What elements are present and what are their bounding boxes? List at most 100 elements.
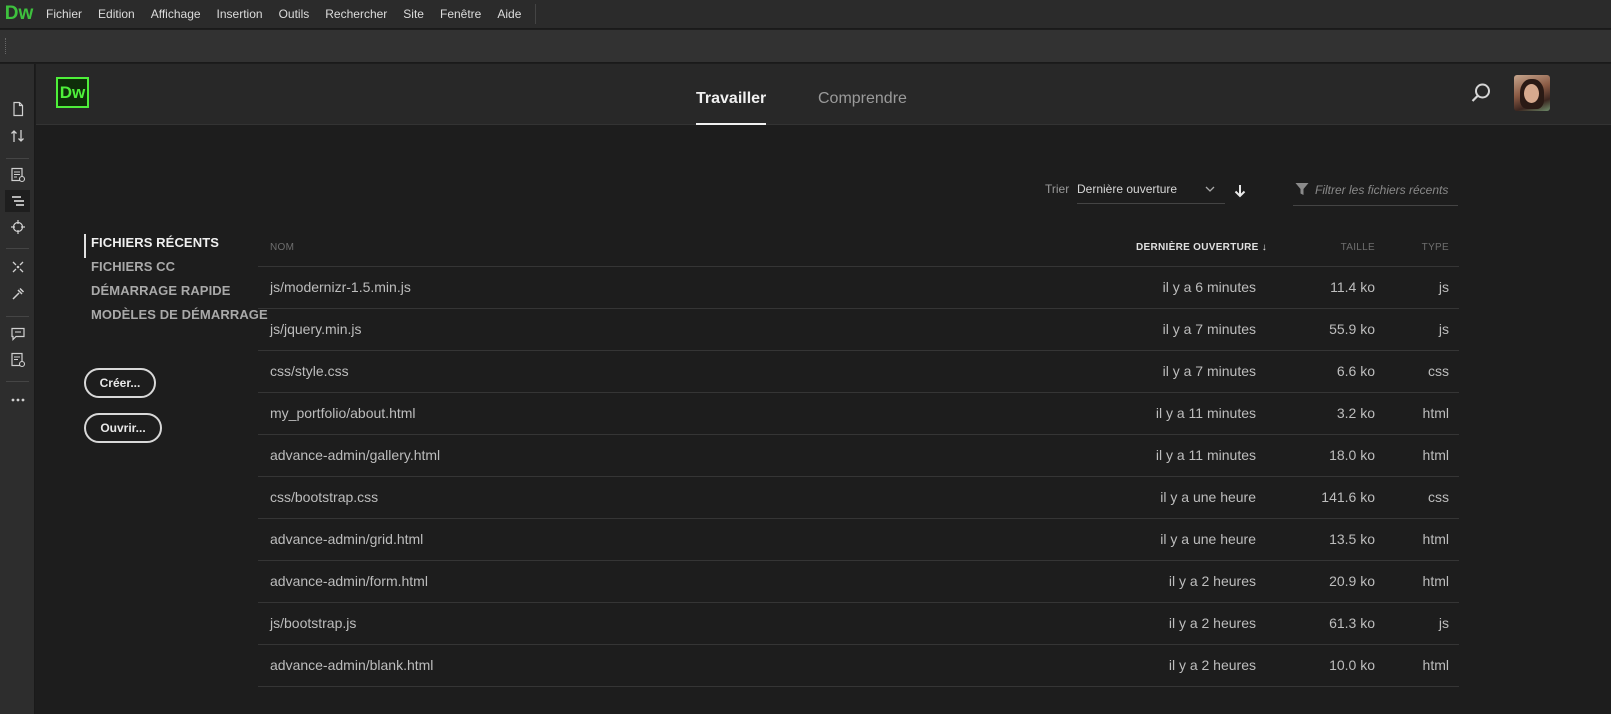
nav-recent-files[interactable]: FICHIERS RÉCENTS bbox=[84, 234, 268, 258]
file-last-opened: il y a 7 minutes bbox=[1162, 321, 1256, 337]
menu-affichage[interactable]: Affichage bbox=[143, 0, 209, 29]
dom-panel-icon[interactable] bbox=[5, 190, 30, 212]
table-row[interactable]: advance-admin/grid.html il y a une heure… bbox=[258, 519, 1459, 561]
filter-box bbox=[1293, 176, 1458, 206]
file-size: 10.0 ko bbox=[1329, 657, 1375, 673]
file-size: 55.9 ko bbox=[1329, 321, 1375, 337]
file-name: js/modernizr-1.5.min.js bbox=[270, 279, 411, 295]
chevron-down-icon bbox=[1205, 186, 1215, 192]
file-size: 3.2 ko bbox=[1336, 405, 1375, 421]
menu-insertion[interactable]: Insertion bbox=[209, 0, 271, 29]
left-toolbar bbox=[0, 64, 35, 714]
file-last-opened: il y a 2 heures bbox=[1168, 657, 1256, 673]
file-name: js/bootstrap.js bbox=[270, 615, 357, 631]
file-type: html bbox=[1422, 657, 1449, 673]
document-toolbar bbox=[0, 30, 1611, 63]
user-avatar[interactable] bbox=[1514, 75, 1550, 111]
file-size: 18.0 ko bbox=[1329, 447, 1375, 463]
file-name: advance-admin/form.html bbox=[270, 573, 428, 589]
sort-dropdown[interactable]: Dernière ouverture bbox=[1077, 176, 1225, 204]
file-last-opened: il y a une heure bbox=[1160, 489, 1256, 505]
sort-label: Trier bbox=[1045, 182, 1070, 196]
menu-aide[interactable]: Aide bbox=[489, 0, 529, 29]
nav-starter-templates[interactable]: MODÈLES DE DÉMARRAGE bbox=[84, 306, 268, 330]
file-type: css bbox=[1428, 489, 1449, 505]
file-name: advance-admin/blank.html bbox=[270, 657, 434, 673]
comment-icon[interactable] bbox=[5, 323, 30, 345]
table-header: NOM DERNIÈRE OUVERTURE ↓ TAILLE TYPE bbox=[258, 234, 1459, 267]
file-last-opened: il y a 2 heures bbox=[1168, 573, 1256, 589]
menu-outils[interactable]: Outils bbox=[271, 0, 318, 29]
tab-comprendre[interactable]: Comprendre bbox=[818, 90, 907, 125]
menu-fichier[interactable]: Fichier bbox=[38, 0, 90, 29]
file-last-opened: il y a une heure bbox=[1160, 531, 1256, 547]
table-body: js/modernizr-1.5.min.js il y a 6 minutes… bbox=[258, 267, 1459, 687]
toolbar-grip-handle[interactable] bbox=[5, 38, 7, 54]
home-screen: Dw Travailler Comprendre Trier Dernière … bbox=[36, 64, 1611, 714]
table-row[interactable]: js/bootstrap.js il y a 2 heures 61.3 ko … bbox=[258, 603, 1459, 645]
nav-cc-files[interactable]: FICHIERS CC bbox=[84, 258, 268, 282]
new-file-icon[interactable] bbox=[5, 98, 30, 120]
file-size: 6.6 ko bbox=[1336, 363, 1375, 379]
file-transfer-icon[interactable] bbox=[5, 125, 30, 147]
nav-quick-start[interactable]: DÉMARRAGE RAPIDE bbox=[84, 282, 268, 306]
file-name: advance-admin/grid.html bbox=[270, 531, 424, 547]
dreamweaver-logo: Dw bbox=[56, 77, 89, 108]
tab-travailler[interactable]: Travailler bbox=[696, 90, 767, 125]
menu-bar: Dw Fichier Edition Affichage Insertion O… bbox=[0, 0, 1611, 29]
table-row[interactable]: js/jquery.min.js il y a 7 minutes 55.9 k… bbox=[258, 309, 1459, 351]
file-size: 61.3 ko bbox=[1329, 615, 1375, 631]
create-button[interactable]: Créer... bbox=[84, 368, 156, 398]
toolbar-divider bbox=[6, 248, 29, 249]
sort-direction-arrow-icon[interactable] bbox=[1233, 183, 1247, 199]
menu-rechercher[interactable]: Rechercher bbox=[317, 0, 395, 29]
table-row[interactable]: css/bootstrap.css il y a une heure 141.6… bbox=[258, 477, 1459, 519]
checklist-icon[interactable] bbox=[5, 349, 30, 371]
app-logo: Dw bbox=[4, 3, 34, 24]
menu-site[interactable]: Site bbox=[395, 0, 432, 29]
file-name: js/jquery.min.js bbox=[270, 321, 362, 337]
side-nav: FICHIERS RÉCENTS FICHIERS CC DÉMARRAGE R… bbox=[84, 234, 268, 330]
file-last-opened: il y a 2 heures bbox=[1168, 615, 1256, 631]
filter-input[interactable] bbox=[1315, 181, 1455, 199]
file-type: js bbox=[1438, 615, 1449, 631]
home-header: Dw Travailler Comprendre bbox=[36, 64, 1611, 125]
file-type: js bbox=[1438, 321, 1449, 337]
code-hint-icon[interactable] bbox=[5, 256, 30, 278]
table-row[interactable]: advance-admin/form.html il y a 2 heures … bbox=[258, 561, 1459, 603]
file-type: js bbox=[1438, 279, 1449, 295]
table-row[interactable]: my_portfolio/about.html il y a 11 minute… bbox=[258, 393, 1459, 435]
live-view-icon[interactable] bbox=[5, 164, 30, 186]
table-row[interactable]: advance-admin/blank.html il y a 2 heures… bbox=[258, 645, 1459, 687]
sort-dropdown-value: Dernière ouverture bbox=[1077, 182, 1178, 196]
search-icon[interactable] bbox=[1469, 81, 1493, 105]
recent-files-table: NOM DERNIÈRE OUVERTURE ↓ TAILLE TYPE js/… bbox=[258, 234, 1459, 687]
toolbar-divider bbox=[6, 381, 29, 382]
menu-edition[interactable]: Edition bbox=[90, 0, 143, 29]
file-name: my_portfolio/about.html bbox=[270, 405, 416, 421]
file-name: css/style.css bbox=[270, 363, 349, 379]
column-header-name[interactable]: NOM bbox=[270, 242, 294, 253]
file-type: html bbox=[1422, 405, 1449, 421]
file-last-opened: il y a 11 minutes bbox=[1155, 447, 1256, 463]
table-row[interactable]: js/modernizr-1.5.min.js il y a 6 minutes… bbox=[258, 267, 1459, 309]
file-type: html bbox=[1422, 447, 1449, 463]
table-row[interactable]: css/style.css il y a 7 minutes 6.6 ko cs… bbox=[258, 351, 1459, 393]
column-header-type[interactable]: TYPE bbox=[1422, 242, 1449, 253]
insert-target-icon[interactable] bbox=[5, 216, 30, 238]
column-header-size[interactable]: TAILLE bbox=[1341, 242, 1375, 253]
more-icon[interactable] bbox=[5, 389, 30, 411]
column-header-last-opened[interactable]: DERNIÈRE OUVERTURE ↓ bbox=[1136, 242, 1267, 253]
file-name: advance-admin/gallery.html bbox=[270, 447, 441, 463]
file-size: 11.4 ko bbox=[1330, 279, 1375, 295]
menu-separator bbox=[535, 4, 537, 24]
file-type: html bbox=[1422, 531, 1449, 547]
file-type: css bbox=[1428, 363, 1449, 379]
menu-fenetre[interactable]: Fenêtre bbox=[432, 0, 489, 29]
file-last-opened: il y a 6 minutes bbox=[1162, 279, 1256, 295]
eyedropper-icon[interactable] bbox=[5, 283, 30, 305]
toolbar-divider bbox=[6, 158, 29, 159]
file-size: 20.9 ko bbox=[1329, 573, 1375, 589]
open-button[interactable]: Ouvrir... bbox=[84, 413, 162, 443]
table-row[interactable]: advance-admin/gallery.html il y a 11 min… bbox=[258, 435, 1459, 477]
